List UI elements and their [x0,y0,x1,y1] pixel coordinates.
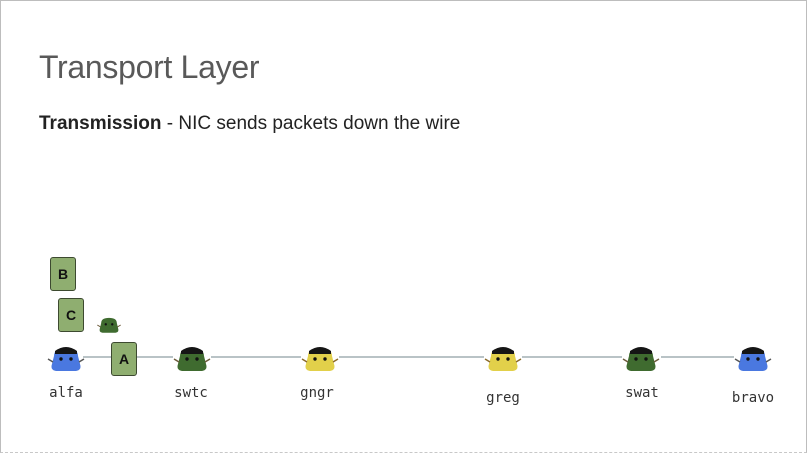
node-swtc [172,342,212,376]
small-monster-icon [96,315,122,335]
node-label: alfa [49,385,83,401]
slide-title: Transport Layer [39,49,260,85]
packet-a: A [111,342,137,376]
monster-icon [47,347,85,371]
monster-icon [622,347,660,371]
node-label: bravo [731,390,775,406]
node-label: gngr [300,385,334,401]
node-label: greg [486,390,520,406]
node-bravo [733,342,773,376]
wire-segment [522,356,622,358]
wire-segment [211,356,301,358]
slide-subtitle: Transmission - NIC sends packets down th… [39,113,460,135]
node-greg [483,342,523,376]
packet-b: B [50,257,76,291]
packet-c: C [58,298,84,332]
node-gngr [300,342,340,376]
subtitle-bold: Transmission [39,113,162,134]
node-label: swtc [174,385,208,401]
node-swat [621,342,661,376]
monster-icon [484,347,522,371]
monster-icon [173,347,211,371]
wire-segment [661,356,734,358]
wire-segment [339,356,484,358]
subtitle-text: - NIC sends packets down the wire [161,113,461,134]
node-alfa [46,342,86,376]
node-label: swat [625,385,659,401]
slide: Transport Layer Transmission - NIC sends… [0,0,807,453]
monster-icon [301,347,339,371]
monster-icon [734,347,772,371]
